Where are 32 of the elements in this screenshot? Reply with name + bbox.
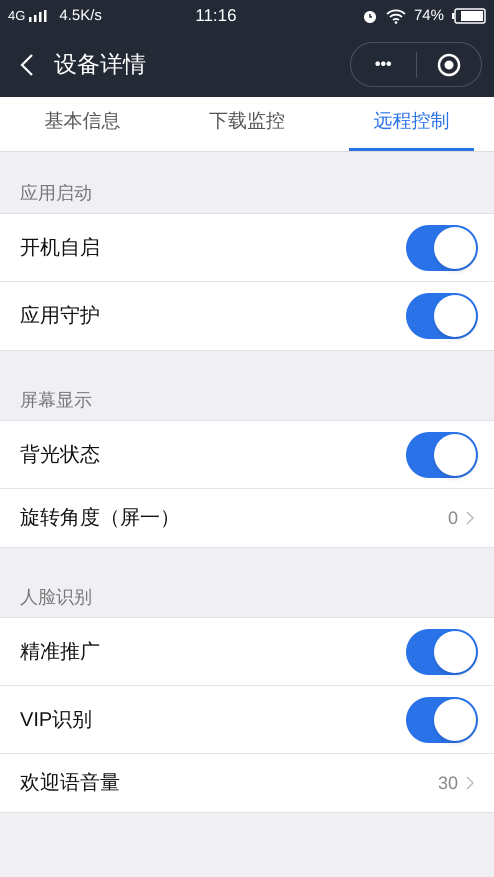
tab[interactable]: 远程控制 <box>349 97 474 151</box>
row-label: 精准推广 <box>20 640 100 664</box>
toggle-switch[interactable] <box>406 224 478 270</box>
row-value: 30 <box>438 772 458 794</box>
toggle-switch[interactable] <box>406 293 478 339</box>
alarm-icon <box>362 8 378 24</box>
section-title: 人脸识别 <box>20 587 92 607</box>
row-value: 0 <box>448 506 458 530</box>
tab[interactable]: 下载监控 <box>184 97 310 151</box>
row-label: 旋转角度（屏一） <box>20 506 180 531</box>
row-label: 开机自启 <box>20 236 100 260</box>
back-icon[interactable] <box>20 52 34 76</box>
battery-icon <box>452 8 486 24</box>
network-speed: 4.5K/s <box>59 6 102 26</box>
target-icon <box>436 52 461 76</box>
section-title: 应用启动 <box>20 183 92 203</box>
wifi-icon <box>386 8 406 24</box>
signal-icon <box>29 10 48 22</box>
clock: 11:16 <box>195 5 237 28</box>
toggle-switch[interactable] <box>406 628 478 674</box>
toggle-switch[interactable] <box>406 432 478 478</box>
more-button[interactable]: ••• <box>351 52 416 76</box>
network-label: 4G <box>8 7 26 26</box>
row-label: 背光状态 <box>20 442 100 468</box>
row-label: 应用守护 <box>20 304 100 329</box>
tab[interactable]: 基本信息 <box>20 97 145 151</box>
row-label: 欢迎语音量 <box>20 771 120 796</box>
battery-percent: 74% <box>414 6 444 26</box>
row-label: VIP识别 <box>20 708 92 732</box>
section-title: 屏幕显示 <box>20 390 92 410</box>
page-title: 设备详情 <box>54 50 146 80</box>
toggle-switch[interactable] <box>406 696 478 742</box>
